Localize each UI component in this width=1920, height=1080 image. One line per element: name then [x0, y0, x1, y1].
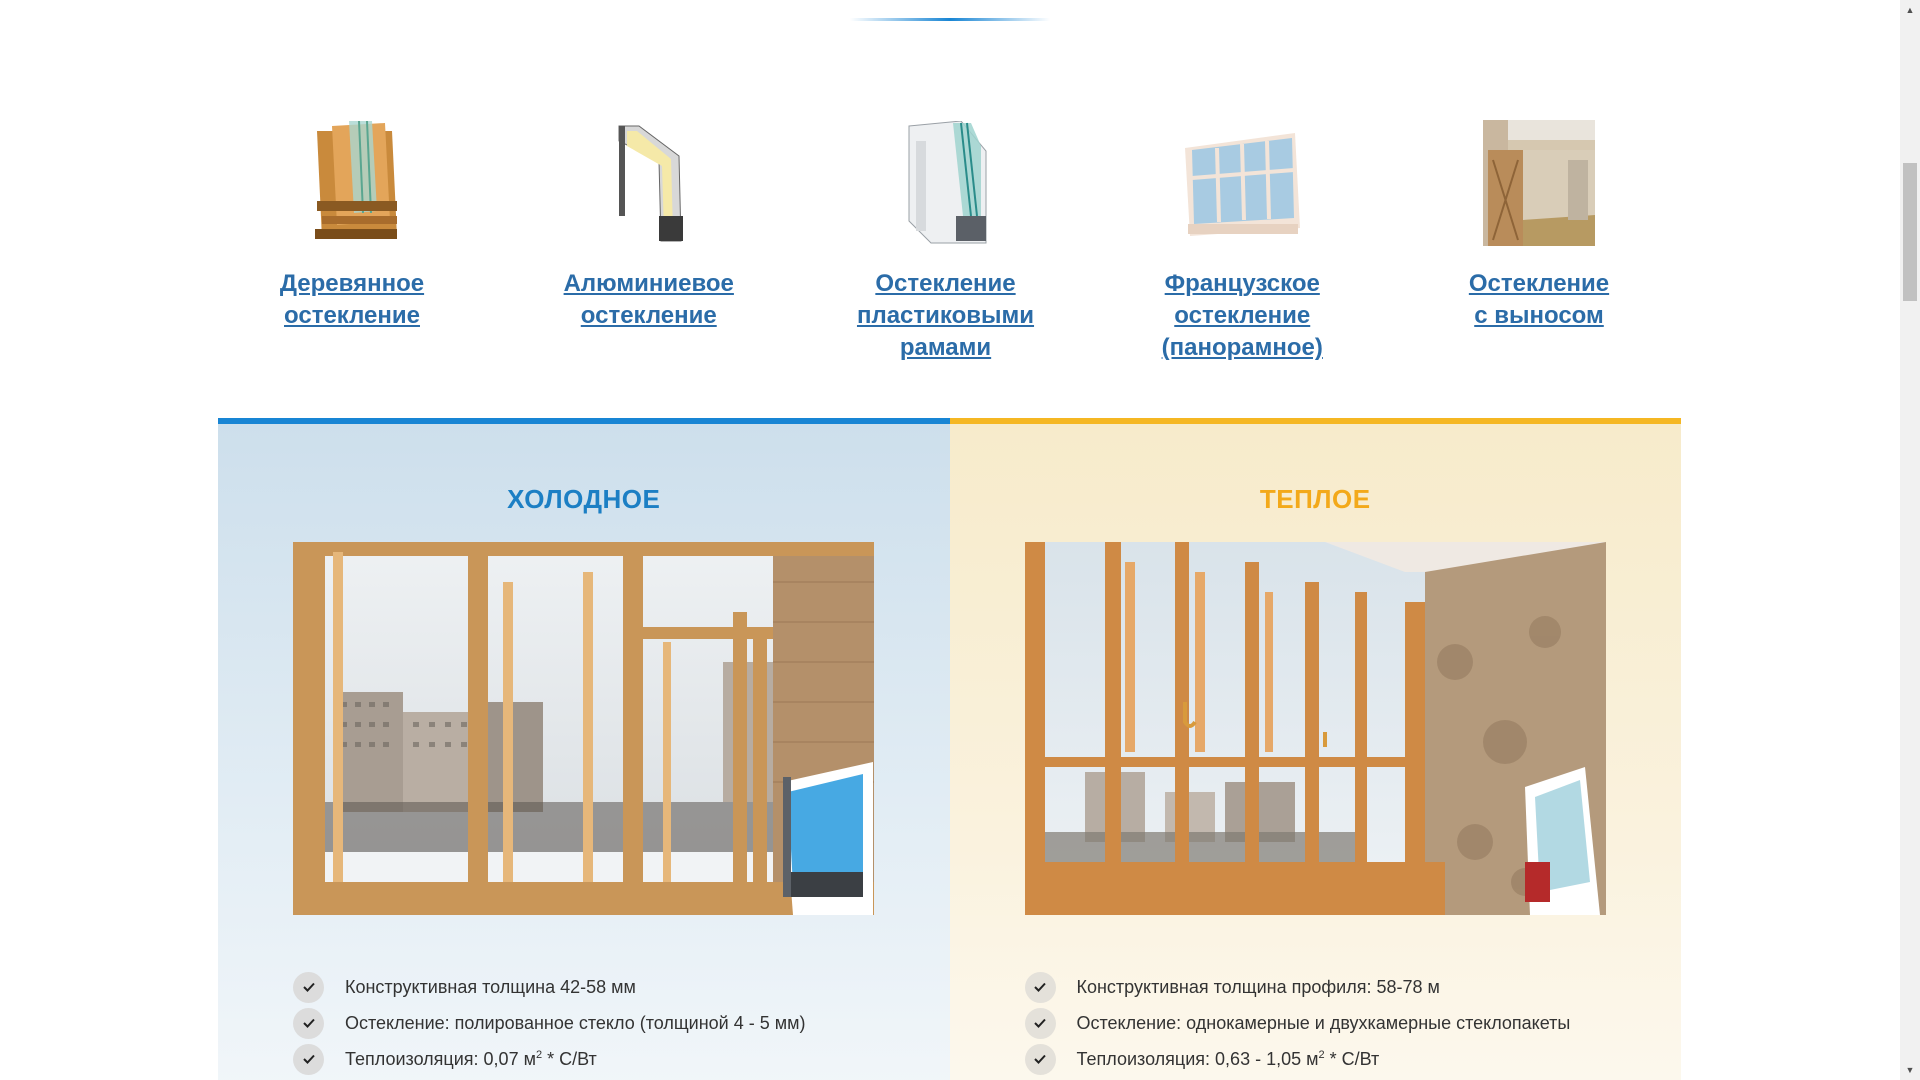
- link-line: остекление: [284, 302, 420, 329]
- feature-item: Теплоизоляция: 0,07 м2 * С/Вт: [293, 1041, 806, 1077]
- link-line: рамами: [899, 334, 992, 361]
- cold-glazing-panel: ХОЛОДНОЕ Конструктивная толщина 42-58 мм…: [218, 418, 950, 1080]
- feature-item: Остекление: однокамерные и двухкамерные …: [1024, 1005, 1571, 1041]
- extended-balcony-icon[interactable]: [1464, 118, 1614, 248]
- link-line: (панорамное): [1161, 334, 1323, 361]
- feature-text: Теплоизоляция: 0,07 м2 * С/Вт: [345, 1049, 597, 1070]
- checkmark-icon: [293, 1007, 324, 1039]
- cold-features-list: Конструктивная толщина 42-58 мм Остеклен…: [293, 969, 806, 1077]
- warm-balcony-photo: [1024, 542, 1606, 915]
- wooden-frame-icon[interactable]: [277, 118, 427, 248]
- feature-text-unit: * С/Вт: [542, 1048, 597, 1069]
- glazing-type-extended[interactable]: Остекление с выносом: [1419, 118, 1659, 364]
- link-line: Французское: [1164, 270, 1320, 297]
- feature-item: Теплоизоляция: 0,63 - 1,05 м2 * С/Вт: [1024, 1041, 1571, 1077]
- feature-text-main: Теплоизоляция: 0,63 - 1,05 м: [1076, 1048, 1319, 1069]
- feature-item: Конструктивная толщина 42-58 мм: [293, 969, 806, 1005]
- cold-balcony-photo: [293, 542, 874, 915]
- feature-text: Остекление: однокамерные и двухкамерные …: [1076, 1012, 1571, 1033]
- checkmark-icon: [1024, 1007, 1056, 1039]
- warm-glazing-title: ТЕПЛОЕ: [1259, 484, 1371, 514]
- feature-item: Остекление: полированное стекло (толщино…: [293, 1005, 806, 1041]
- scroll-up-arrow-icon[interactable]: ▲: [1900, 0, 1920, 20]
- link-line: остекление: [1174, 302, 1311, 329]
- warm-features-list: Конструктивная толщина профиля: 58-78 м …: [1024, 969, 1571, 1077]
- aluminum-frame-icon[interactable]: [574, 118, 724, 248]
- scroll-down-arrow-icon[interactable]: ▼: [1900, 1060, 1920, 1080]
- checkmark-icon: [293, 1043, 324, 1075]
- feature-text: Конструктивная толщина профиля: 58-78 м: [1076, 976, 1440, 997]
- feature-item: Конструктивная толщина профиля: 58-78 м: [1024, 969, 1571, 1005]
- feature-text: Теплоизоляция: 0,63 - 1,05 м2 * С/Вт: [1077, 1049, 1380, 1070]
- feature-text-unit: * С/Вт: [1324, 1048, 1380, 1069]
- feature-text-main: Теплоизоляция: 0,07 м: [345, 1048, 536, 1069]
- link-line: Деревянное: [279, 270, 425, 297]
- glazing-type-aluminum-link[interactable]: Алюминиевое остекление: [529, 268, 769, 332]
- section-divider: [850, 18, 1050, 21]
- plastic-frame-icon[interactable]: [871, 118, 1021, 248]
- cold-glazing-title: ХОЛОДНОЕ: [507, 484, 661, 514]
- glazing-type-panoramic[interactable]: Французское остекление (панорамное): [1122, 118, 1362, 364]
- link-line: Остекление: [1468, 270, 1610, 297]
- link-line: Остекление: [875, 270, 1016, 297]
- link-line: пластиковыми: [856, 302, 1035, 329]
- warm-glazing-panel: ТЕПЛОЕ Конструктивная толщина профиля: 5…: [949, 418, 1681, 1080]
- glazing-type-plastic[interactable]: Остекление пластиковыми рамами: [826, 118, 1066, 364]
- checkmark-icon: [293, 971, 324, 1003]
- panoramic-balcony-icon[interactable]: [1167, 118, 1317, 248]
- link-line: Алюминиевое: [563, 270, 734, 297]
- glazing-type-extended-link[interactable]: Остекление с выносом: [1419, 268, 1659, 332]
- checkmark-icon: [1024, 971, 1056, 1003]
- glazing-type-panoramic-link[interactable]: Французское остекление (панорамное): [1122, 268, 1362, 364]
- comparison-panels: ХОЛОДНОЕ Конструктивная толщина 42-58 мм…: [218, 418, 1681, 1080]
- link-line: с выносом: [1474, 302, 1604, 329]
- vertical-scrollbar[interactable]: ▲ ▼: [1900, 0, 1920, 1080]
- page: Деревянное остекление Алюминиевое остекл…: [0, 0, 1920, 1080]
- glazing-type-plastic-link[interactable]: Остекление пластиковыми рамами: [826, 268, 1066, 364]
- feature-text: Конструктивная толщина 42-58 мм: [345, 976, 636, 997]
- glazing-type-wooden[interactable]: Деревянное остекление: [232, 118, 472, 364]
- glazing-types-row: Деревянное остекление Алюминиевое остекл…: [232, 118, 1659, 364]
- glazing-type-wooden-link[interactable]: Деревянное остекление: [232, 268, 472, 332]
- scroll-thumb[interactable]: [1903, 163, 1917, 301]
- glazing-type-aluminum[interactable]: Алюминиевое остекление: [529, 118, 769, 364]
- feature-text: Остекление: полированное стекло (толщино…: [345, 1012, 806, 1033]
- link-line: остекление: [580, 302, 717, 329]
- checkmark-icon: [1024, 1043, 1056, 1075]
